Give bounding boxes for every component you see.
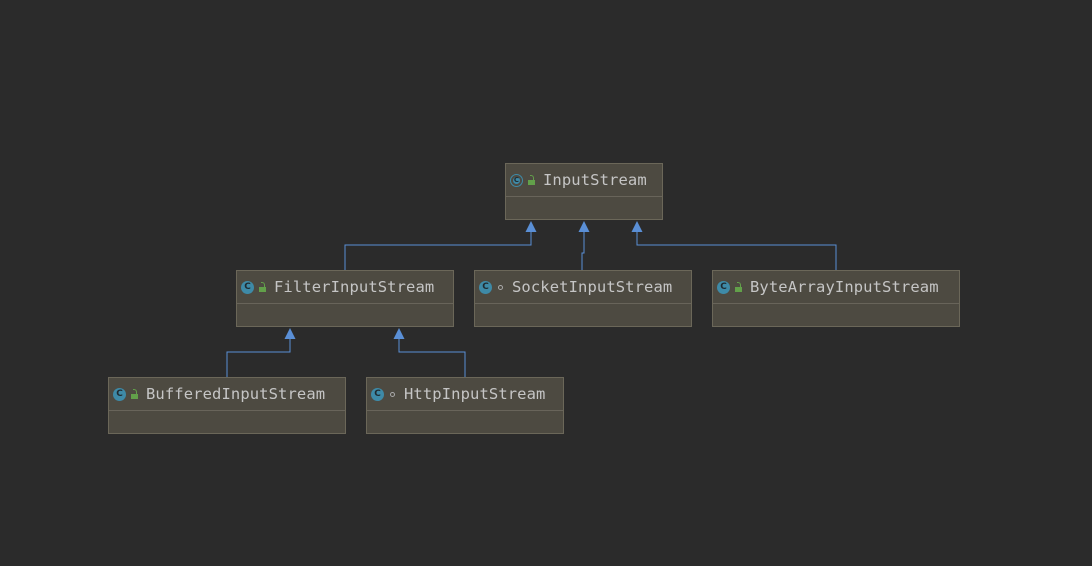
package-private-visibility-icon <box>494 284 506 290</box>
class-icon: C <box>113 387 126 401</box>
class-node-socketinputstream[interactable]: C SocketInputStream <box>474 270 692 327</box>
abstract-class-icon: C <box>510 173 523 187</box>
node-divider <box>506 196 662 197</box>
class-node-httpinputstream[interactable]: C HttpInputStream <box>366 377 564 434</box>
class-icon: C <box>479 280 492 294</box>
node-divider <box>475 303 691 304</box>
inheritance-arrowhead-bytearrayinputstream <box>631 221 643 232</box>
class-node-inputstream[interactable]: C InputStream <box>505 163 663 220</box>
class-name: ByteArrayInputStream <box>750 278 939 296</box>
node-divider <box>109 410 345 411</box>
node-divider <box>367 410 563 411</box>
uml-diagram-canvas: C InputStream C FilterInputStream C Sock… <box>0 0 1092 566</box>
class-node-filterinputstream[interactable]: C FilterInputStream <box>236 270 454 327</box>
public-visibility-icon <box>525 174 537 185</box>
class-name: FilterInputStream <box>274 278 435 296</box>
class-name: BufferedInputStream <box>146 385 326 403</box>
inheritance-arrowhead-socketinputstream <box>578 221 590 232</box>
class-icon: C <box>241 280 254 294</box>
inheritance-arrowhead-filterinputstream <box>525 221 537 232</box>
package-private-visibility-icon <box>386 391 398 397</box>
class-name: SocketInputStream <box>512 278 673 296</box>
class-node-bytearrayinputstream[interactable]: C ByteArrayInputStream <box>712 270 960 327</box>
inheritance-line-bytearrayinputstream <box>636 231 837 270</box>
class-icon: C <box>717 280 730 294</box>
class-icon: C <box>371 387 384 401</box>
inheritance-line-socketinputstream <box>581 231 585 270</box>
inheritance-arrowhead-httpinputstream <box>393 328 405 339</box>
public-visibility-icon <box>256 281 268 292</box>
node-divider <box>713 303 959 304</box>
public-visibility-icon <box>128 388 140 399</box>
inheritance-arrowhead-bufferedinputstream <box>284 328 296 339</box>
public-visibility-icon <box>732 281 744 292</box>
class-name: InputStream <box>543 171 647 189</box>
inheritance-line-httpinputstream <box>398 338 466 377</box>
class-node-bufferedinputstream[interactable]: C BufferedInputStream <box>108 377 346 434</box>
inheritance-line-filterinputstream <box>344 231 532 270</box>
inheritance-line-bufferedinputstream <box>226 338 291 377</box>
class-name: HttpInputStream <box>404 385 546 403</box>
node-divider <box>237 303 453 304</box>
